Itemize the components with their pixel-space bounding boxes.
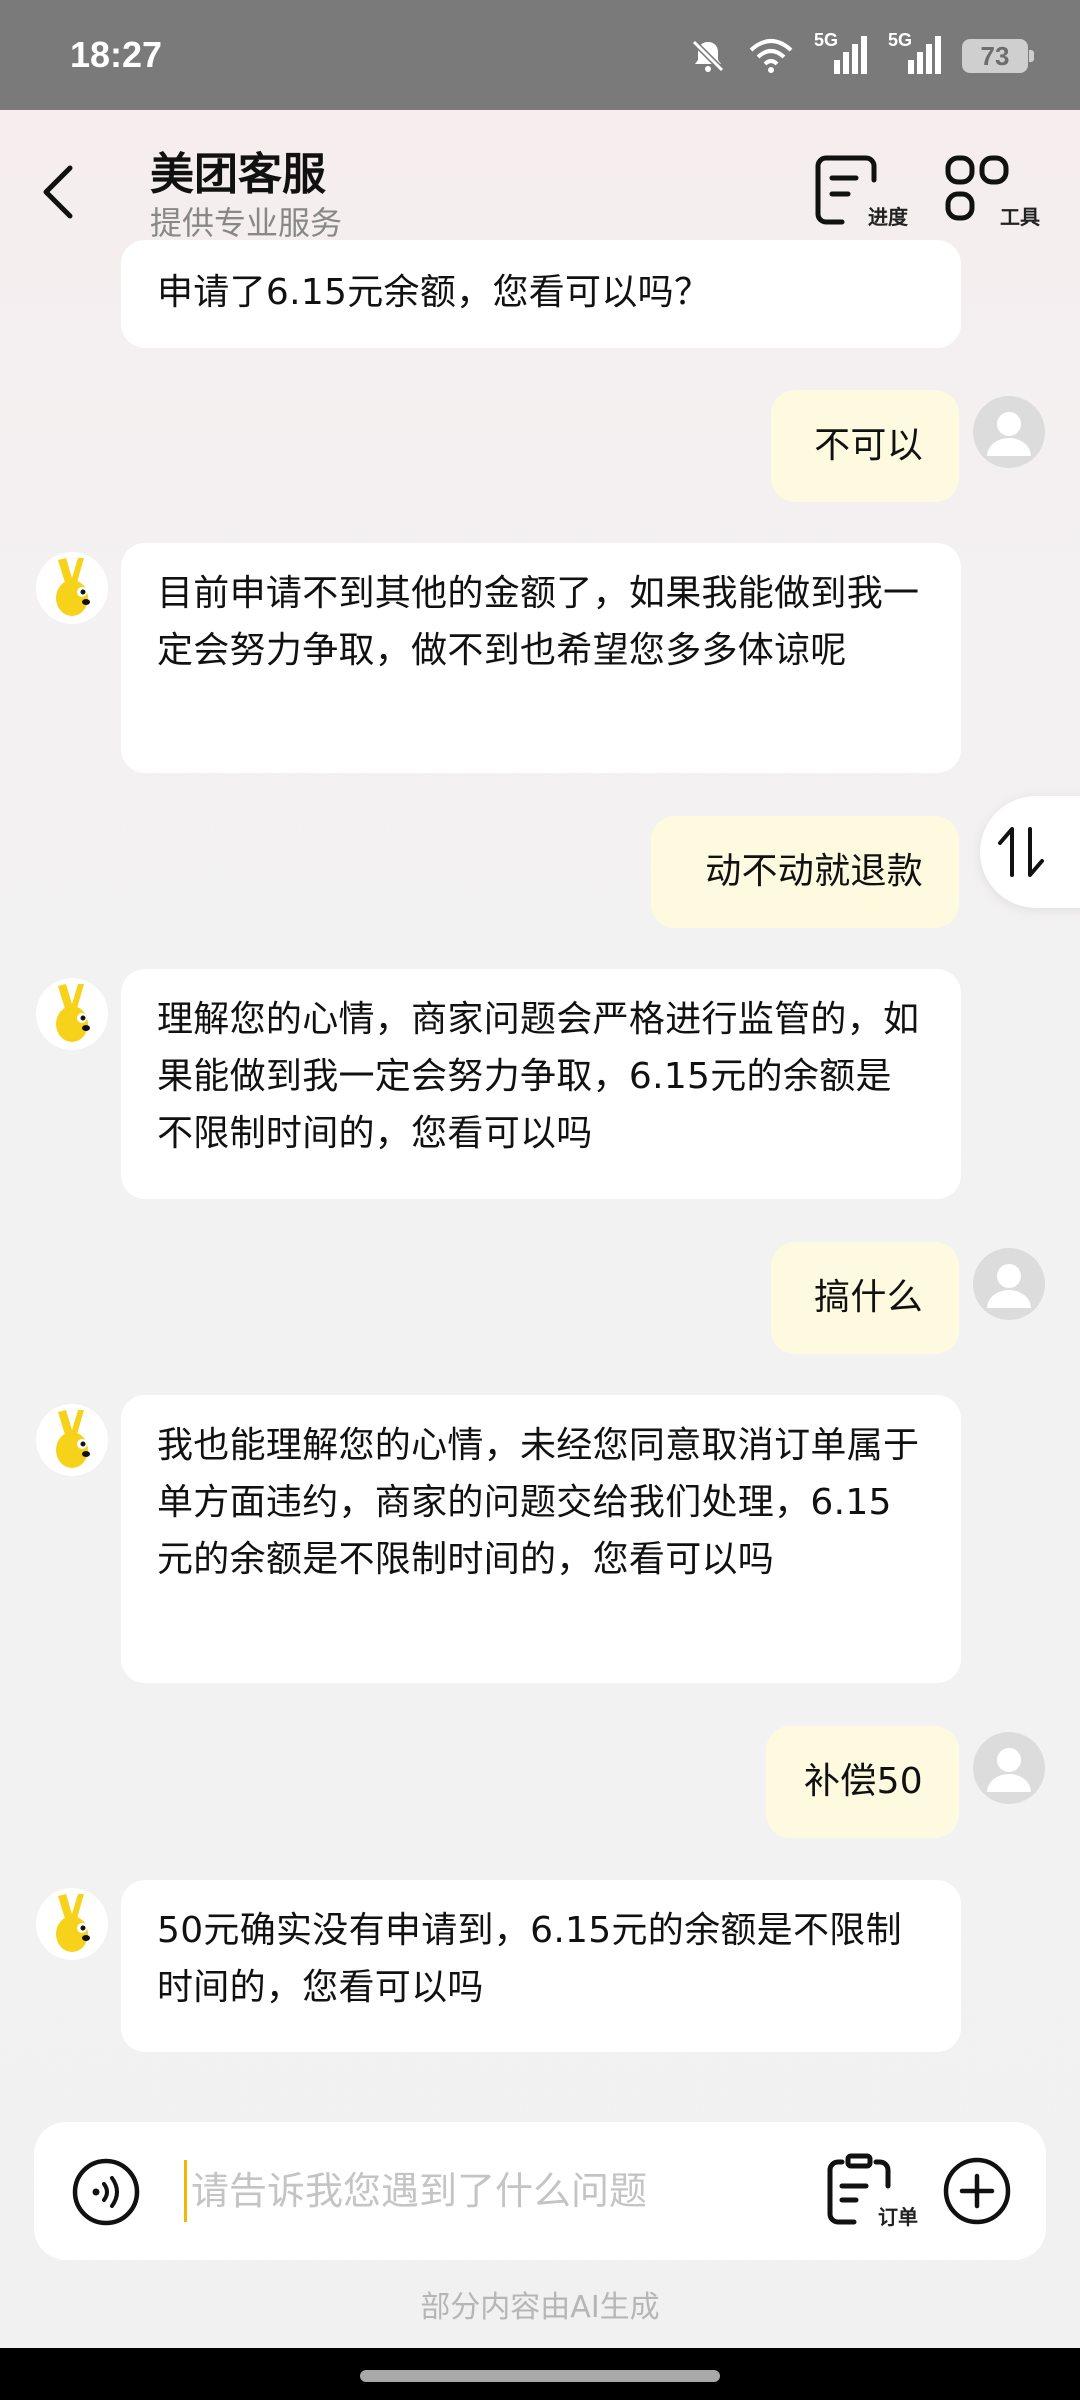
voice-input-button[interactable] [70,2156,142,2228]
agent-message: 50元确实没有申请到，6.15元的余额是不限制时间的，您看可以吗 [121,1880,961,2052]
order-label: 订单 [878,2205,918,2229]
message-text: 理解您的心情，商家问题会严格进行监管的，如果能做到我一定会努力争取，6.15元的… [157,999,920,1154]
agent-message: 我也能理解您的心情，未经您同意取消订单属于单方面违约，商家的问题交给我们处理，6… [121,1395,961,1683]
agent-message: 目前申请不到其他的金额了，如果我能做到我一定会努力争取，做不到也希望您多多体谅呢 [121,543,961,773]
user-message: 搞什么 [771,1242,959,1354]
wifi-icon [749,39,793,73]
user-avatar [973,1248,1045,1320]
mascot-icon [56,1894,90,1952]
mascot-icon [56,1410,90,1468]
system-nav-bar [0,2348,1080,2400]
scroll-toggle-button[interactable] [980,796,1080,908]
message-text: 动不动就退款 [705,851,923,892]
user-message: 补偿50 [766,1726,959,1838]
message-text: 申请了6.15元余额，您看可以吗？ [157,272,711,313]
user-avatar-icon [987,1748,1031,1792]
signal-1: 5G [814,30,868,76]
tools-button[interactable]: 工具 [944,152,1040,232]
signal-bars-icon [908,36,941,74]
status-bar: 18:27 5G 5G 73 [0,0,1080,110]
message-input-bar: 订单 [34,2122,1046,2260]
agent-message: 申请了6.15元余额，您看可以吗？ [121,240,961,348]
agent-avatar [36,1404,108,1476]
battery-indicator: 73 [962,39,1034,73]
voice-icon [72,2158,140,2226]
user-avatar-icon [987,412,1031,456]
battery-level: 73 [980,40,1010,71]
user-avatar-icon [987,1264,1031,1308]
tools-label: 工具 [1000,205,1040,229]
progress-label: 进度 [868,205,908,229]
bell-muted-icon [691,39,725,73]
status-time: 18:27 [70,34,163,75]
page-subtitle: 提供专业服务 [150,204,343,242]
message-text: 我也能理解您的心情，未经您同意取消订单属于单方面违约，商家的问题交给我们处理，6… [157,1425,920,1580]
status-icons: 5G 5G 73 [688,30,1034,78]
order-button[interactable]: 订单 [824,2152,918,2232]
back-button[interactable] [30,150,90,230]
signal-2: 5G [888,30,942,76]
agent-avatar [36,978,108,1050]
message-text: 不可以 [814,425,923,466]
user-avatar [973,396,1045,468]
signal-bars-icon [834,36,867,74]
home-gesture-handle[interactable] [360,2370,720,2382]
mascot-icon [56,558,90,616]
ai-generated-note: 部分内容由AI生成 [420,2290,660,2325]
agent-avatar [36,1888,108,1960]
plus-circle-icon [943,2157,1011,2225]
page-title: 美团客服 [150,149,326,200]
message-text: 补偿50 [803,1761,923,1802]
add-more-button[interactable] [942,2156,1012,2226]
sort-arrows-icon [998,827,1044,877]
chevron-left-icon [43,165,73,219]
mascot-icon [56,984,90,1042]
user-avatar [973,1732,1045,1804]
agent-message: 理解您的心情，商家问题会严格进行监管的，如果能做到我一定会努力争取，6.15元的… [121,969,961,1199]
message-text: 目前申请不到其他的金额了，如果我能做到我一定会努力争取，做不到也希望您多多体谅呢 [157,573,920,671]
message-input[interactable] [184,2160,824,2222]
user-message: 不可以 [771,390,959,502]
message-text: 搞什么 [814,1277,923,1318]
message-text: 50元确实没有申请到，6.15元的余额是不限制时间的，您看可以吗 [157,1910,902,2008]
agent-avatar [36,552,108,624]
user-message: 动不动就退款 [651,816,959,928]
progress-button[interactable]: 进度 [812,152,908,232]
